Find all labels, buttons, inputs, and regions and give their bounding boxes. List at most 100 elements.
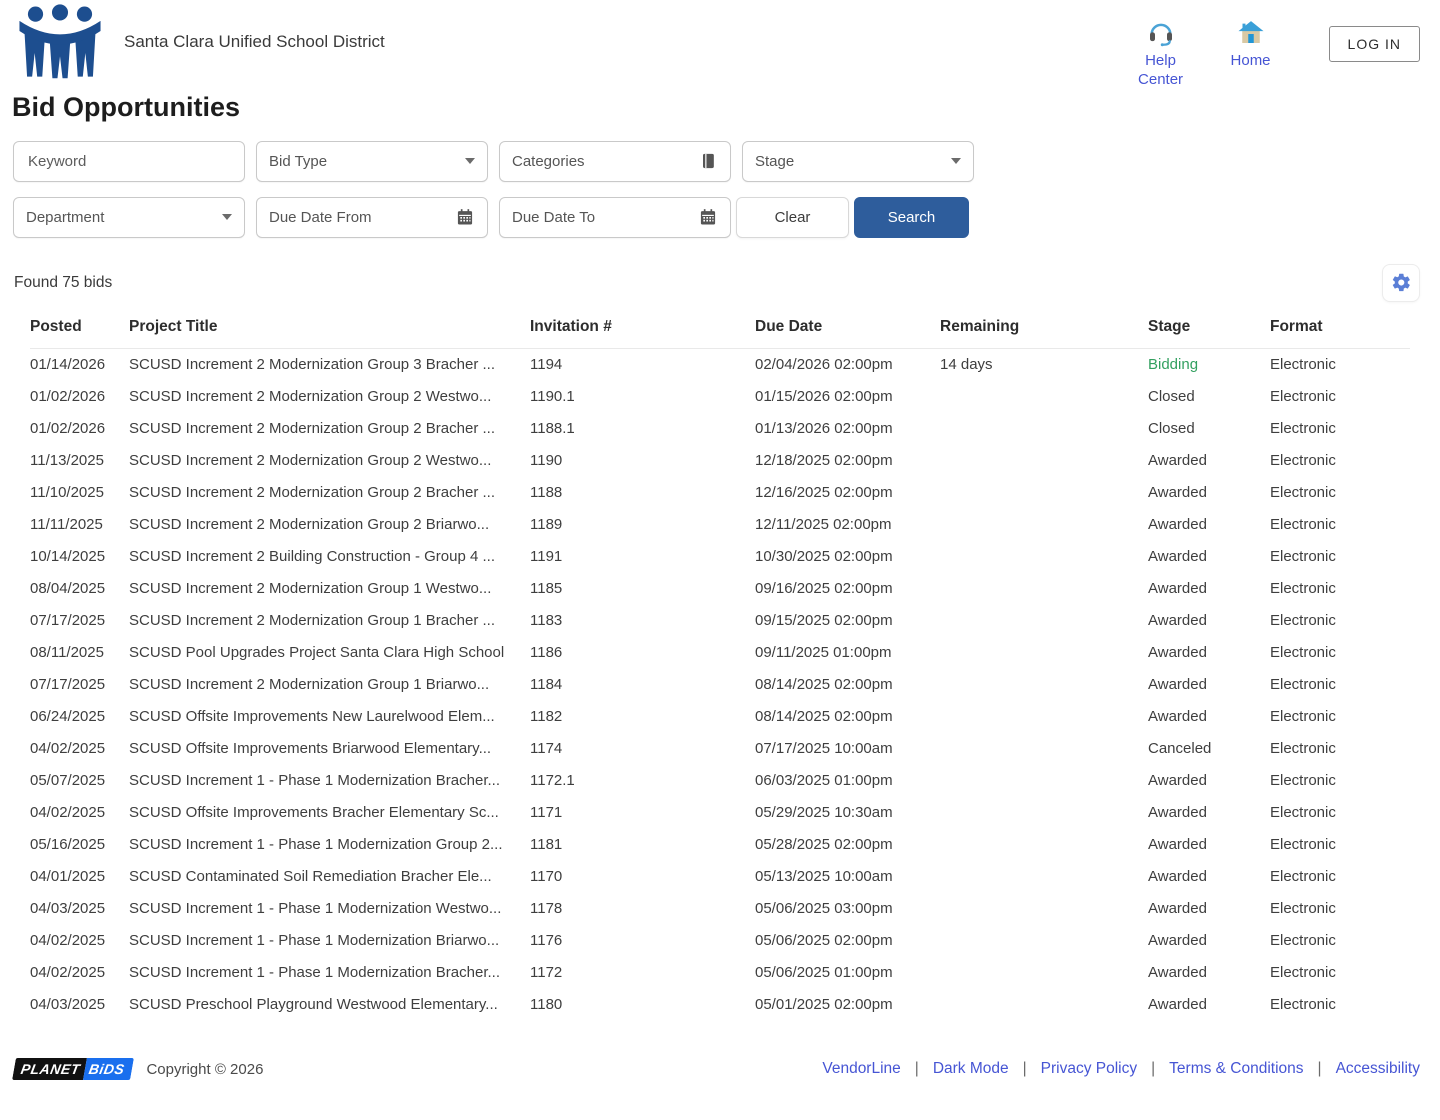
cell-project-title: SCUSD Increment 2 Modernization Group 3 … bbox=[129, 348, 530, 381]
cell-due-date: 01/13/2026 02:00pm bbox=[755, 413, 940, 445]
cell-remaining bbox=[940, 701, 1148, 733]
cell-invitation: 1171 bbox=[530, 797, 755, 829]
cell-project-title: SCUSD Increment 1 - Phase 1 Modernizatio… bbox=[129, 925, 530, 957]
cell-posted: 04/01/2025 bbox=[30, 861, 129, 893]
cell-posted: 01/02/2026 bbox=[30, 381, 129, 413]
cell-posted: 04/02/2025 bbox=[30, 957, 129, 989]
cell-stage: Awarded bbox=[1148, 989, 1270, 1021]
categories-label: Categories bbox=[512, 153, 585, 170]
table-row[interactable]: 01/02/2026 SCUSD Increment 2 Modernizati… bbox=[30, 381, 1410, 413]
table-row[interactable]: 11/11/2025 SCUSD Increment 2 Modernizati… bbox=[30, 509, 1410, 541]
cell-stage: Awarded bbox=[1148, 829, 1270, 861]
cell-remaining bbox=[940, 509, 1148, 541]
cell-posted: 06/24/2025 bbox=[30, 701, 129, 733]
cell-format: Electronic bbox=[1270, 573, 1410, 605]
search-button[interactable]: Search bbox=[854, 197, 969, 238]
cell-project-title: SCUSD Increment 2 Modernization Group 2 … bbox=[129, 381, 530, 413]
chevron-down-icon bbox=[465, 158, 475, 164]
table-row[interactable]: 05/07/2025 SCUSD Increment 1 - Phase 1 M… bbox=[30, 765, 1410, 797]
cell-stage: Awarded bbox=[1148, 477, 1270, 509]
cell-stage: Awarded bbox=[1148, 605, 1270, 637]
cell-posted: 04/03/2025 bbox=[30, 893, 129, 925]
stage-select[interactable]: Stage bbox=[742, 141, 974, 182]
table-row[interactable]: 08/11/2025 SCUSD Pool Upgrades Project S… bbox=[30, 637, 1410, 669]
table-row[interactable]: 04/03/2025 SCUSD Increment 1 - Phase 1 M… bbox=[30, 893, 1410, 925]
cell-format: Electronic bbox=[1270, 477, 1410, 509]
table-row[interactable]: 06/24/2025 SCUSD Offsite Improvements Ne… bbox=[30, 701, 1410, 733]
table-row[interactable]: 04/01/2025 SCUSD Contaminated Soil Remed… bbox=[30, 861, 1410, 893]
bids-table-body: 01/14/2026 SCUSD Increment 2 Modernizati… bbox=[30, 348, 1410, 1021]
cell-project-title: SCUSD Increment 2 Modernization Group 1 … bbox=[129, 669, 530, 701]
categories-field[interactable]: Categories bbox=[499, 141, 731, 182]
table-row[interactable]: 04/02/2025 SCUSD Offsite Improvements Br… bbox=[30, 797, 1410, 829]
cell-format: Electronic bbox=[1270, 829, 1410, 861]
table-row[interactable]: 11/10/2025 SCUSD Increment 2 Modernizati… bbox=[30, 477, 1410, 509]
cell-remaining bbox=[940, 733, 1148, 765]
footer-link-privacy-policy[interactable]: Privacy Policy bbox=[1041, 1060, 1137, 1078]
cell-due-date: 08/14/2025 02:00pm bbox=[755, 669, 940, 701]
cell-stage: Awarded bbox=[1148, 861, 1270, 893]
filters-panel: Bid Type Categories Stage Department Due… bbox=[13, 141, 1440, 238]
due-date-from-label: Due Date From bbox=[269, 209, 372, 226]
cell-due-date: 02/04/2026 02:00pm bbox=[755, 348, 940, 381]
table-row[interactable]: 07/17/2025 SCUSD Increment 2 Modernizati… bbox=[30, 669, 1410, 701]
table-row[interactable]: 07/17/2025 SCUSD Increment 2 Modernizati… bbox=[30, 605, 1410, 637]
department-select[interactable]: Department bbox=[13, 197, 245, 238]
cell-format: Electronic bbox=[1270, 669, 1410, 701]
cell-invitation: 1183 bbox=[530, 605, 755, 637]
cell-due-date: 09/16/2025 02:00pm bbox=[755, 573, 940, 605]
cell-invitation: 1185 bbox=[530, 573, 755, 605]
due-date-from-field[interactable]: Due Date From bbox=[256, 197, 488, 238]
cell-remaining bbox=[940, 477, 1148, 509]
cell-posted: 07/17/2025 bbox=[30, 669, 129, 701]
org-name: Santa Clara Unified School District bbox=[124, 32, 385, 52]
cell-project-title: SCUSD Offsite Improvements Briarwood Ele… bbox=[129, 733, 530, 765]
cell-format: Electronic bbox=[1270, 701, 1410, 733]
cell-project-title: SCUSD Increment 2 Modernization Group 2 … bbox=[129, 509, 530, 541]
cell-posted: 11/10/2025 bbox=[30, 477, 129, 509]
due-date-to-field[interactable]: Due Date To bbox=[499, 197, 731, 238]
table-row[interactable]: 10/14/2025 SCUSD Increment 2 Building Co… bbox=[30, 541, 1410, 573]
cell-posted: 04/03/2025 bbox=[30, 989, 129, 1021]
footer-link-terms-conditions[interactable]: Terms & Conditions bbox=[1169, 1060, 1303, 1078]
footer-link-dark-mode[interactable]: Dark Mode bbox=[933, 1060, 1009, 1078]
cell-due-date: 10/30/2025 02:00pm bbox=[755, 541, 940, 573]
cell-format: Electronic bbox=[1270, 733, 1410, 765]
footer-link-vendorline[interactable]: VendorLine bbox=[822, 1060, 900, 1078]
help-center-link[interactable]: Help Center bbox=[1129, 18, 1193, 90]
table-row[interactable]: 05/16/2025 SCUSD Increment 1 - Phase 1 M… bbox=[30, 829, 1410, 861]
keyword-input[interactable] bbox=[26, 152, 232, 171]
cell-format: Electronic bbox=[1270, 381, 1410, 413]
cell-format: Electronic bbox=[1270, 445, 1410, 477]
planetbids-logo-planet: PLANET bbox=[12, 1058, 87, 1080]
cell-posted: 10/14/2025 bbox=[30, 541, 129, 573]
cell-remaining bbox=[940, 989, 1148, 1021]
footer-separator: | bbox=[1151, 1060, 1155, 1078]
table-row[interactable]: 04/02/2025 SCUSD Offsite Improvements Br… bbox=[30, 733, 1410, 765]
clear-button[interactable]: Clear bbox=[736, 197, 849, 238]
cell-format: Electronic bbox=[1270, 413, 1410, 445]
bid-type-select[interactable]: Bid Type bbox=[256, 141, 488, 182]
cell-stage: Awarded bbox=[1148, 765, 1270, 797]
cell-due-date: 05/01/2025 02:00pm bbox=[755, 989, 940, 1021]
footer-link-accessibility[interactable]: Accessibility bbox=[1336, 1060, 1420, 1078]
table-row[interactable]: 04/02/2025 SCUSD Increment 1 - Phase 1 M… bbox=[30, 925, 1410, 957]
table-row[interactable]: 11/13/2025 SCUSD Increment 2 Modernizati… bbox=[30, 445, 1410, 477]
home-link[interactable]: Home bbox=[1219, 18, 1283, 71]
cell-invitation: 1176 bbox=[530, 925, 755, 957]
results-count: Found 75 bids bbox=[14, 274, 112, 292]
table-row[interactable]: 01/14/2026 SCUSD Increment 2 Modernizati… bbox=[30, 348, 1410, 381]
keyword-field[interactable] bbox=[13, 141, 245, 182]
table-row[interactable]: 08/04/2025 SCUSD Increment 2 Modernizati… bbox=[30, 573, 1410, 605]
table-row[interactable]: 01/02/2026 SCUSD Increment 2 Modernizati… bbox=[30, 413, 1410, 445]
table-row[interactable]: 04/03/2025 SCUSD Preschool Playground We… bbox=[30, 989, 1410, 1021]
cell-invitation: 1186 bbox=[530, 637, 755, 669]
table-settings-button[interactable] bbox=[1382, 264, 1420, 302]
login-button[interactable]: LOG IN bbox=[1329, 26, 1420, 62]
table-row[interactable]: 04/02/2025 SCUSD Increment 1 - Phase 1 M… bbox=[30, 957, 1410, 989]
cell-due-date: 12/18/2025 02:00pm bbox=[755, 445, 940, 477]
footer-separator: | bbox=[1318, 1060, 1322, 1078]
cell-stage: Awarded bbox=[1148, 701, 1270, 733]
cell-posted: 11/11/2025 bbox=[30, 509, 129, 541]
cell-invitation: 1188.1 bbox=[530, 413, 755, 445]
